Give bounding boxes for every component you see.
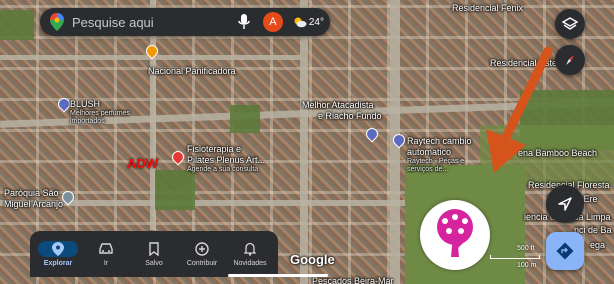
place-label-nacional-panificadora[interactable]: Nacional Panificadora (148, 66, 236, 76)
place-sublabel-fisioterapia: Agende a sua consulta (187, 166, 259, 173)
nav-label: Explorar (43, 260, 73, 267)
place-label-raytech-2[interactable]: automatico (407, 147, 451, 157)
temperature-label: 24° (308, 16, 324, 28)
layers-icon (562, 17, 578, 30)
bell-icon (244, 242, 256, 256)
nav-explorar[interactable]: Explorar (34, 234, 82, 274)
tree-logo-icon (437, 209, 473, 257)
google-maps-pin-icon (50, 13, 64, 31)
place-label-ega[interactable]: ega (590, 240, 605, 250)
place-label-adw[interactable]: ADW (127, 156, 158, 171)
directions-icon (556, 242, 574, 260)
location-arrow-icon (558, 197, 572, 211)
nav-novidades[interactable]: Novidades (226, 234, 274, 274)
bottom-navigation: Explorar Ir Salvo Contribuir Novidades (30, 231, 278, 277)
bookmark-icon (149, 242, 159, 256)
search-bar[interactable]: Pesquise aqui A 24° (40, 8, 330, 36)
brand-logo (420, 200, 490, 270)
nav-label: Ir (103, 260, 109, 267)
scale-label-metric: 100 m (517, 262, 537, 269)
place-label-residencial-fenix[interactable]: Residencial Fenix (452, 3, 523, 13)
place-label-fisioterapia-1[interactable]: Fisioterapia e (187, 144, 241, 154)
account-avatar[interactable]: A (262, 12, 283, 32)
nav-label: Novidades (233, 260, 267, 267)
microphone-icon[interactable] (237, 14, 251, 30)
place-label-paroquia-1[interactable]: Paróquia São (4, 188, 59, 198)
place-sublabel-blush-1: Melhores perfumes (70, 110, 130, 117)
place-sublabel-raytech-2: serviços de... (407, 166, 449, 173)
nav-label: Salvo (145, 260, 163, 267)
place-label-melhor-atacadista-1[interactable]: Melhor Atacadista (302, 100, 374, 110)
scale-bar (490, 255, 540, 259)
place-sublabel-blush-2: importados (70, 118, 105, 125)
my-location-button[interactable] (546, 185, 584, 223)
scale-label: 500 ft (517, 245, 535, 252)
google-attribution: Google (290, 252, 335, 267)
layers-button[interactable] (555, 9, 585, 39)
nav-ir[interactable]: Ir (82, 234, 130, 274)
place-label-blush[interactable]: BLUSH (70, 99, 100, 109)
search-input[interactable]: Pesquise aqui (72, 15, 237, 30)
place-label-fisioterapia-2[interactable]: Pilates Plenus Art... (187, 155, 265, 165)
directions-button[interactable] (546, 232, 584, 270)
compass-button[interactable] (555, 45, 585, 75)
car-icon (99, 243, 113, 254)
location-pin-icon (52, 242, 64, 256)
nav-label: Contribuir (186, 260, 218, 267)
place-sublabel-raytech-1: Raytech - Peças e (407, 158, 465, 165)
annotation-arrow-icon (486, 46, 553, 173)
place-label-pescados[interactable]: Pescados Beira-Mar (312, 276, 394, 284)
place-label-melhor-atacadista-2[interactable]: e Riacho Fundo (318, 111, 382, 121)
nav-salvo[interactable]: Salvo (130, 234, 178, 274)
compass-icon (566, 55, 574, 65)
nav-contribuir[interactable]: Contribuir (178, 234, 226, 274)
weather-widget[interactable]: 24° (293, 16, 324, 28)
partly-cloudy-icon (294, 17, 307, 28)
home-indicator[interactable] (228, 274, 328, 277)
place-label-raytech-1[interactable]: Raytech cambio (407, 136, 472, 146)
place-label-paroquia-2[interactable]: Miguel Arcanjo (4, 199, 63, 209)
add-circle-icon (195, 242, 209, 256)
